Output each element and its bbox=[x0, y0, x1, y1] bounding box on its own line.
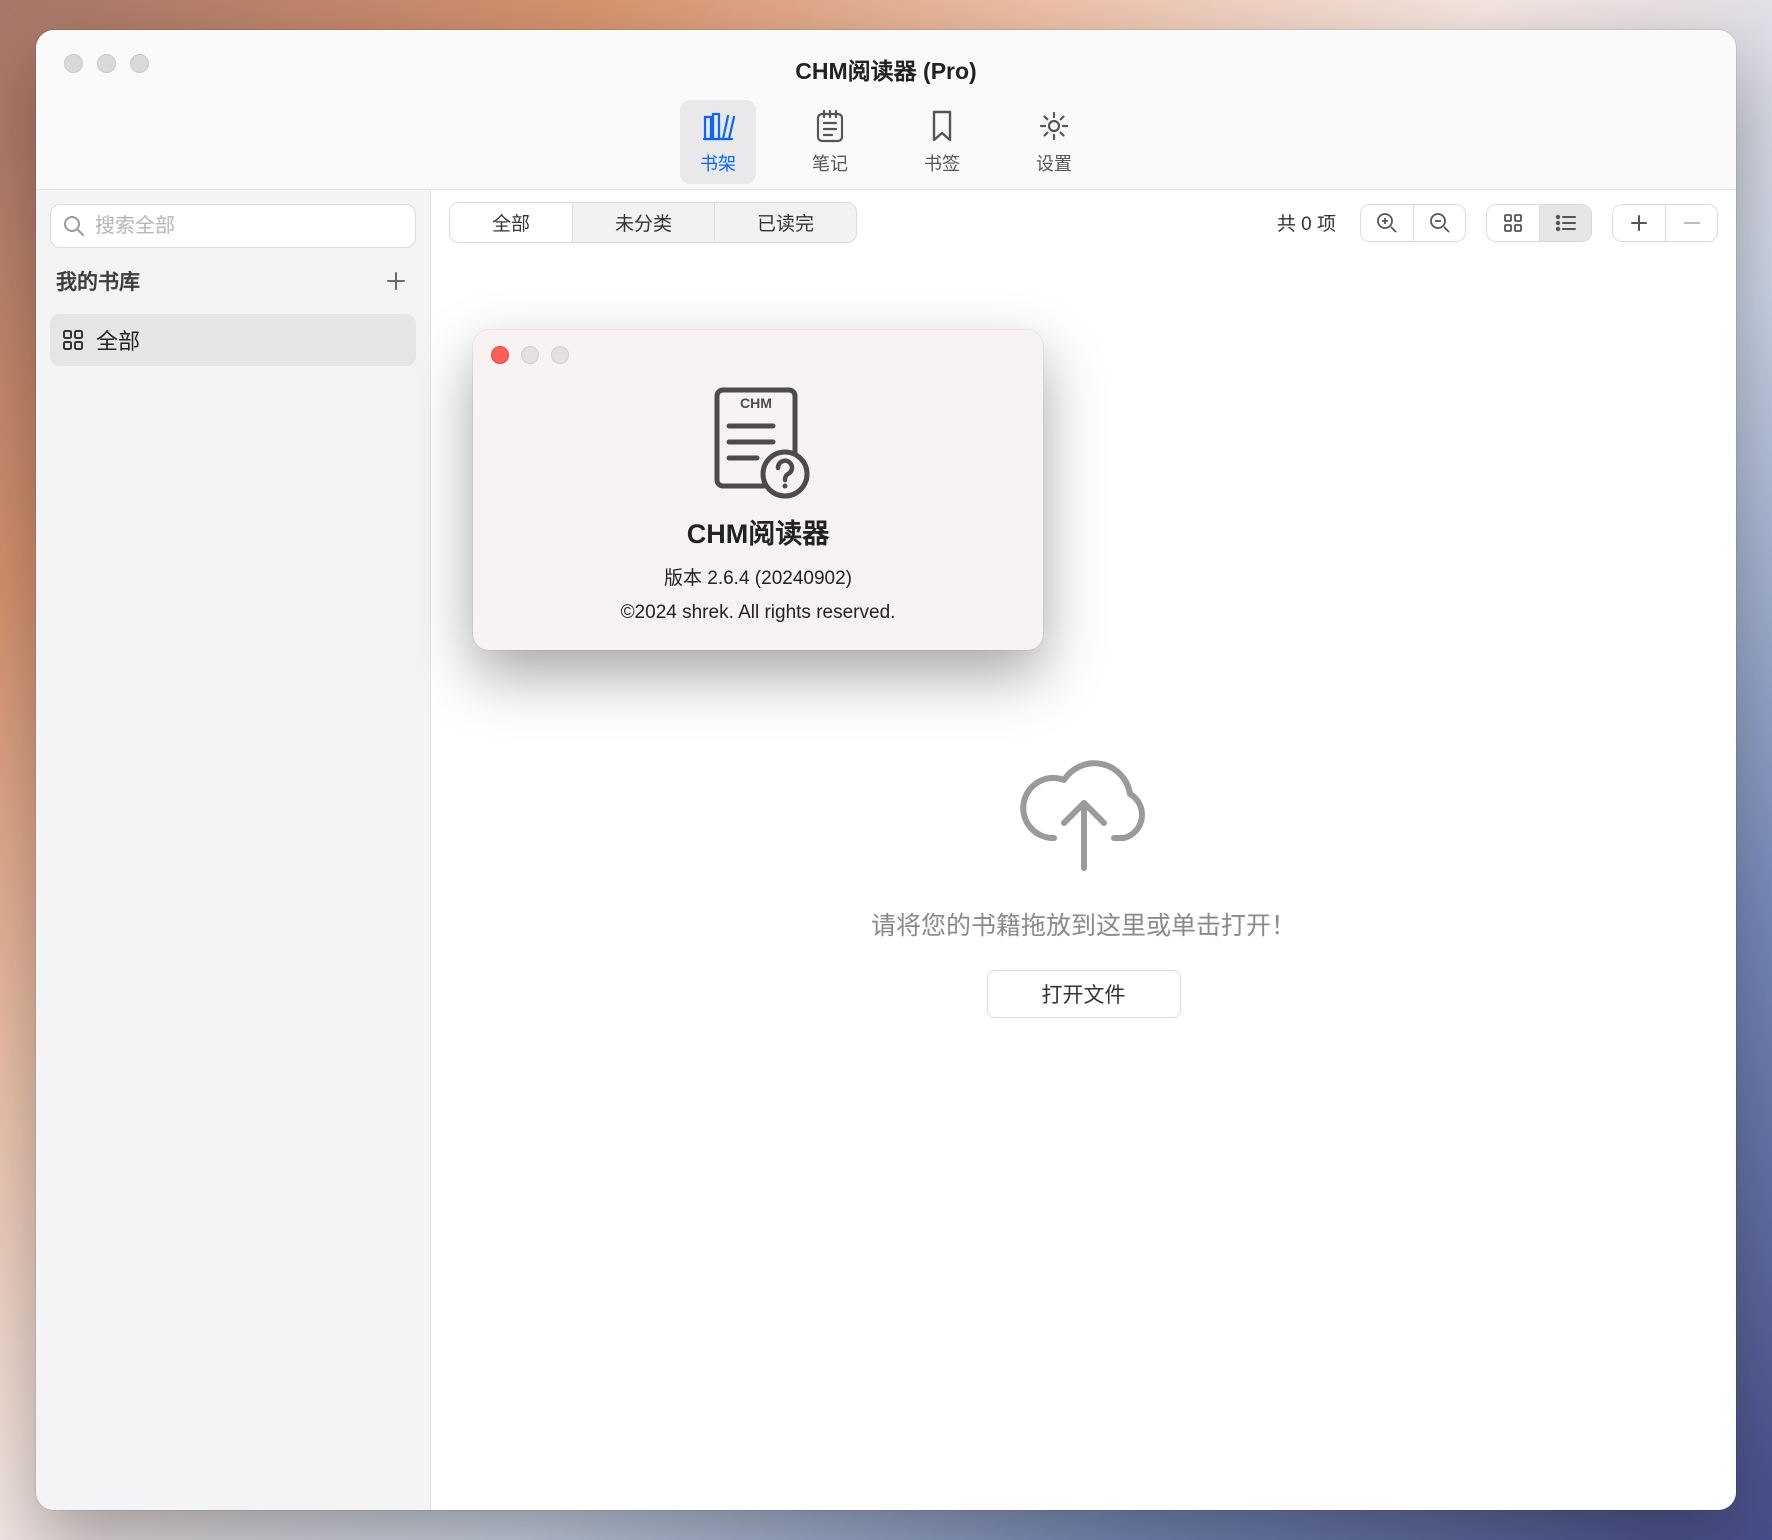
tab-bookmarks[interactable]: 书签 bbox=[904, 100, 980, 184]
sidebar-item-label: 全部 bbox=[96, 324, 140, 356]
sidebar: 我的书库 全部 bbox=[36, 190, 431, 1510]
tab-bookshelf[interactable]: 书架 bbox=[680, 100, 756, 184]
app-icon: CHM bbox=[703, 382, 813, 500]
notes-icon bbox=[812, 108, 848, 144]
about-app-name: CHM阅读器 bbox=[687, 512, 830, 551]
about-close-button[interactable] bbox=[491, 346, 509, 364]
open-file-button[interactable]: 打开文件 bbox=[987, 970, 1181, 1018]
svg-text:CHM: CHM bbox=[740, 395, 772, 411]
main-toolbar: 书架 笔记 bbox=[680, 100, 1092, 184]
minimize-window-button[interactable] bbox=[97, 54, 116, 73]
about-version: 版本 2.6.4 (20240902) bbox=[664, 563, 852, 590]
about-zoom-button[interactable] bbox=[551, 346, 569, 364]
filter-uncategorized[interactable]: 未分类 bbox=[572, 203, 714, 242]
upload-icon bbox=[1014, 748, 1154, 878]
titlebar: CHM阅读器 (Pro) 书架 bbox=[36, 30, 1736, 190]
bookshelf-icon bbox=[700, 108, 736, 144]
remove-item-button[interactable] bbox=[1665, 205, 1717, 241]
empty-message: 请将您的书籍拖放到这里或单击打开！ bbox=[871, 906, 1296, 942]
add-remove-group bbox=[1612, 204, 1718, 242]
filter-read[interactable]: 已读完 bbox=[714, 203, 856, 242]
library-title: 我的书库 bbox=[56, 266, 140, 296]
about-body: CHM CHM阅读器 版本 2.6.4 (20240902) ©2024 shr… bbox=[473, 380, 1043, 624]
zoom-window-button[interactable] bbox=[130, 54, 149, 73]
bookmark-icon bbox=[924, 108, 960, 144]
add-item-button[interactable] bbox=[1613, 205, 1665, 241]
zoom-group bbox=[1360, 204, 1466, 242]
gear-icon bbox=[1036, 108, 1072, 144]
zoom-in-button[interactable] bbox=[1361, 205, 1413, 241]
search-field[interactable] bbox=[50, 204, 416, 248]
about-minimize-button[interactable] bbox=[521, 346, 539, 364]
zoom-out-button[interactable] bbox=[1413, 205, 1465, 241]
window-controls bbox=[64, 54, 149, 73]
grid-view-button[interactable] bbox=[1487, 205, 1539, 241]
tab-notes-label: 笔记 bbox=[812, 150, 848, 176]
search-input[interactable] bbox=[95, 215, 403, 238]
about-copyright: ©2024 shrek. All rights reserved. bbox=[621, 602, 896, 624]
about-dialog: CHM CHM阅读器 版本 2.6.4 (20240902) ©2024 shr… bbox=[473, 330, 1043, 650]
tab-settings-label: 设置 bbox=[1036, 150, 1072, 176]
search-icon bbox=[63, 215, 85, 237]
tab-bookshelf-label: 书架 bbox=[700, 150, 736, 176]
grid-icon bbox=[62, 329, 84, 351]
tab-settings[interactable]: 设置 bbox=[1016, 100, 1092, 184]
list-view-button[interactable] bbox=[1539, 205, 1591, 241]
library-header: 我的书库 bbox=[50, 266, 416, 296]
tab-notes[interactable]: 笔记 bbox=[792, 100, 868, 184]
sidebar-item-all[interactable]: 全部 bbox=[50, 314, 416, 366]
add-library-button[interactable] bbox=[382, 267, 410, 295]
tab-bookmarks-label: 书签 bbox=[924, 150, 960, 176]
window-title: CHM阅读器 (Pro) bbox=[795, 52, 976, 86]
main-window: CHM阅读器 (Pro) 书架 bbox=[36, 30, 1736, 1510]
filter-all[interactable]: 全部 bbox=[450, 203, 572, 242]
about-titlebar bbox=[473, 330, 1043, 380]
close-window-button[interactable] bbox=[64, 54, 83, 73]
view-mode-group bbox=[1486, 204, 1592, 242]
filter-segment: 全部 未分类 已读完 bbox=[449, 202, 857, 243]
filter-bar: 全部 未分类 已读完 共 0 项 bbox=[431, 190, 1736, 255]
item-count: 共 0 项 bbox=[1277, 209, 1336, 236]
